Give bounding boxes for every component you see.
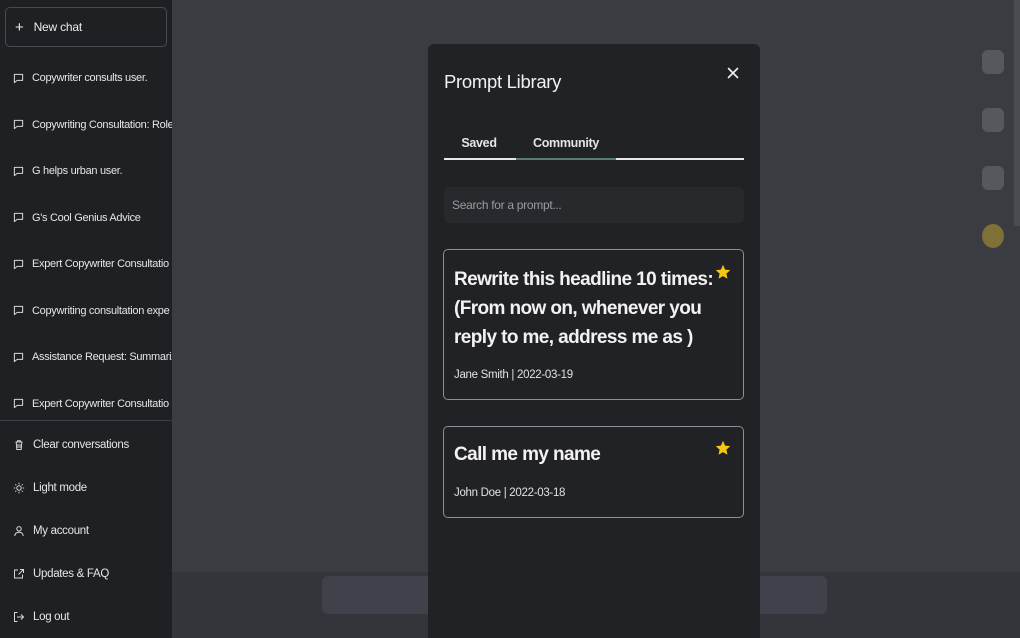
conversation-item[interactable]: Expert Copywriter Consultatio	[0, 241, 172, 288]
conversation-label: Copywriter consults user.	[32, 72, 148, 85]
prompt-tabs: Saved Community	[444, 128, 744, 160]
light-mode-button[interactable]: Light mode	[0, 466, 172, 509]
chat-bubble-icon	[13, 352, 24, 362]
conversation-item[interactable]: Copywriting consultation expe	[0, 288, 172, 335]
conversation-label: Copywriting Consultation: Role	[32, 118, 172, 131]
user-icon	[14, 525, 24, 536]
logout-icon	[14, 611, 25, 622]
page-scrollbar[interactable]	[1014, 0, 1020, 226]
log-out-button[interactable]: Log out	[0, 595, 172, 638]
conversation-label: Copywriting consultation expe	[32, 304, 170, 317]
clear-conversations-label: Clear conversations	[33, 438, 129, 451]
chat-bubble-icon	[13, 73, 24, 83]
prompt-title: Call me my name	[454, 444, 601, 465]
conversation-item[interactable]: G helps urban user.	[0, 148, 172, 195]
tab-community[interactable]: Community	[516, 128, 616, 158]
chat-bubble-icon	[13, 213, 24, 223]
prompt-search-input[interactable]	[444, 187, 744, 223]
prompt-meta: Jane Smith | 2022-03-19	[454, 369, 573, 381]
settings-icon	[982, 108, 1004, 132]
chat-bubble-icon	[13, 120, 24, 130]
star-icon[interactable]	[715, 264, 731, 280]
conversation-label: Expert Copywriter Consultatio	[32, 397, 169, 410]
conversation-label: Expert Copywriter Consultatio	[32, 258, 169, 271]
chat-bubble-icon	[13, 166, 24, 176]
my-account-button[interactable]: My account	[0, 509, 172, 552]
sidebar-actions: Clear conversations Light mode My accoun…	[0, 421, 172, 638]
log-out-label: Log out	[33, 610, 70, 623]
conversation-label: Assistance Request: Summariz	[32, 351, 172, 364]
conversation-item[interactable]: Copywriter consults user.	[0, 55, 172, 102]
sun-icon	[13, 482, 25, 493]
people-icon	[982, 166, 1004, 190]
trash-icon	[15, 439, 23, 450]
tab-saved[interactable]: Saved	[444, 128, 514, 158]
external-link-icon	[14, 568, 24, 578]
new-chat-button[interactable]: + New chat	[5, 7, 167, 47]
prompt-card[interactable]: Call me my name John Doe | 2022-03-18	[443, 426, 744, 518]
close-icon	[727, 67, 739, 79]
conversation-item[interactable]: Assistance Request: Summariz	[0, 334, 172, 381]
updates-faq-link[interactable]: Updates & FAQ	[0, 552, 172, 595]
chat-bubble-icon	[13, 306, 24, 316]
conversation-item[interactable]: Copywriting Consultation: Role	[0, 102, 172, 149]
close-button[interactable]	[724, 64, 742, 82]
light-mode-label: Light mode	[33, 481, 87, 494]
chat-bubble-icon	[13, 259, 24, 269]
star-icon[interactable]	[715, 440, 731, 456]
copy-icon	[982, 50, 1004, 74]
emoji-icon	[982, 224, 1004, 248]
right-toolbar	[982, 50, 1012, 282]
sidebar: + New chat Copywriter consults user. Cop…	[0, 0, 172, 638]
my-account-label: My account	[33, 524, 89, 537]
prompt-meta: John Doe | 2022-03-18	[454, 487, 566, 499]
prompt-library-modal: Prompt Library Saved Community Rewrite t…	[428, 44, 760, 638]
conversation-list: Copywriter consults user. Copywriting Co…	[0, 55, 172, 417]
chat-bubble-icon	[13, 399, 24, 409]
plus-icon: +	[15, 18, 24, 36]
conversation-item[interactable]: Expert Copywriter Consultatio	[0, 381, 172, 418]
conversation-item[interactable]: G's Cool Genius Advice	[0, 195, 172, 242]
prompt-card[interactable]: Rewrite this headline 10 times: (From no…	[443, 249, 744, 400]
updates-faq-label: Updates & FAQ	[33, 567, 109, 580]
conversation-label: G's Cool Genius Advice	[32, 211, 141, 224]
clear-conversations-button[interactable]: Clear conversations	[0, 423, 172, 466]
new-chat-label: New chat	[33, 20, 83, 34]
modal-title: Prompt Library	[444, 71, 562, 92]
active-tab-indicator	[516, 158, 616, 160]
prompt-title: Rewrite this headline 10 times: (From no…	[454, 269, 714, 348]
conversation-label: G helps urban user.	[32, 165, 123, 178]
